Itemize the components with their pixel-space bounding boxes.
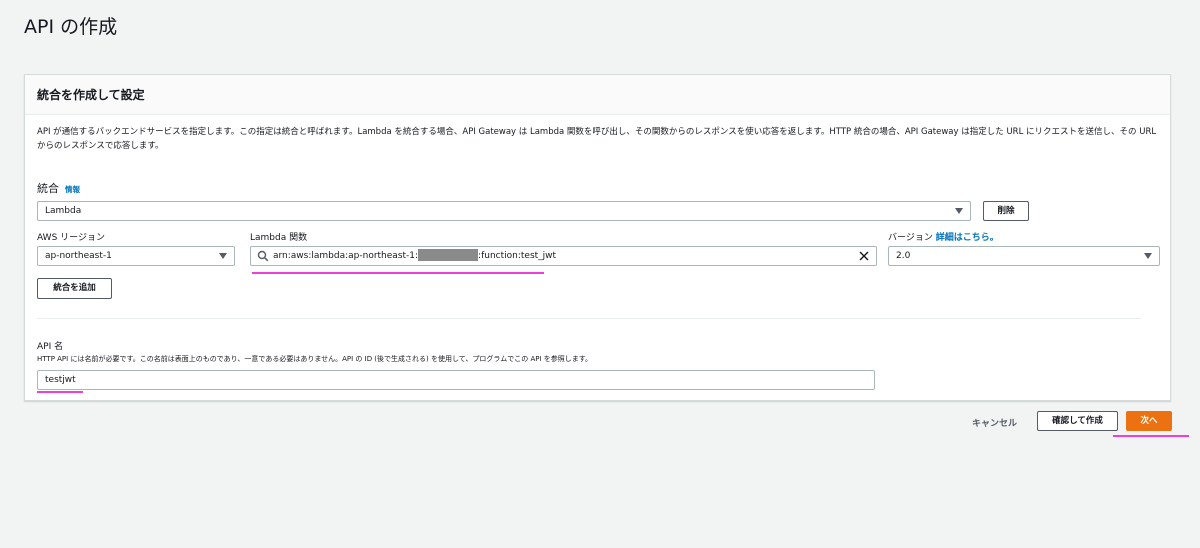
lambda-highlight-underline [252, 272, 544, 274]
redacted-account-id [418, 248, 479, 261]
panel-description: API が通信するバックエンドサービスを指定します。この指定は統合と呼ばれます。… [37, 127, 1157, 151]
next-button[interactable]: 次へ [1126, 411, 1172, 431]
integration-label: 統合 情報 [37, 180, 80, 196]
panel-title: 統合を作成して設定 [37, 88, 145, 102]
region-label: AWS リージョン [37, 233, 105, 243]
chevron-down-icon [1144, 253, 1152, 259]
panel-header: 統合を作成して設定 [25, 75, 1170, 115]
close-icon[interactable] [858, 250, 870, 262]
lambda-function-input[interactable]: arn:aws:lambda:ap-northeast-1: :function:… [250, 246, 877, 266]
api-name-label: API 名 [37, 342, 64, 352]
api-name-input[interactable]: testjwt [37, 370, 875, 390]
api-name-value: testjwt [45, 375, 76, 385]
cancel-button[interactable]: キャンセル [972, 416, 1017, 429]
api-name-help: HTTP API には名前が必要です。この名前は表面上のものであり、一意である必… [37, 355, 593, 363]
version-value: 2.0 [896, 251, 911, 261]
chevron-down-icon [955, 208, 963, 214]
version-label: バージョン 詳細はこちら。 [888, 230, 999, 243]
review-and-create-button[interactable]: 確認して作成 [1037, 411, 1118, 431]
search-icon [257, 250, 269, 262]
region-select[interactable]: ap-northeast-1 [37, 246, 235, 266]
info-link[interactable]: 情報 [65, 185, 80, 194]
version-select[interactable]: 2.0 [888, 246, 1160, 266]
version-learn-more-link[interactable]: 詳細はこちら。 [936, 233, 999, 243]
add-integration-button[interactable]: 統合を追加 [37, 278, 112, 299]
delete-integration-button[interactable]: 削除 [983, 201, 1029, 221]
version-label-text: バージョン [888, 233, 933, 243]
next-highlight-underline [1113, 435, 1189, 437]
region-value: ap-northeast-1 [45, 251, 112, 261]
lambda-function-label: Lambda 関数 [250, 233, 308, 243]
page-title: API の作成 [24, 16, 118, 38]
divider [37, 318, 1141, 319]
integration-label-text: 統合 [37, 182, 59, 195]
integration-type-value: Lambda [45, 206, 82, 216]
integration-type-select[interactable]: Lambda [37, 201, 971, 221]
lambda-arn-suffix: :function:test_jwt [478, 251, 557, 261]
chevron-down-icon [219, 253, 227, 259]
api-name-highlight-underline [37, 391, 83, 393]
integration-panel: 統合を作成して設定 API が通信するバックエンドサービスを指定します。この指定… [24, 74, 1171, 401]
lambda-arn-prefix: arn:aws:lambda:ap-northeast-1: [273, 251, 419, 261]
